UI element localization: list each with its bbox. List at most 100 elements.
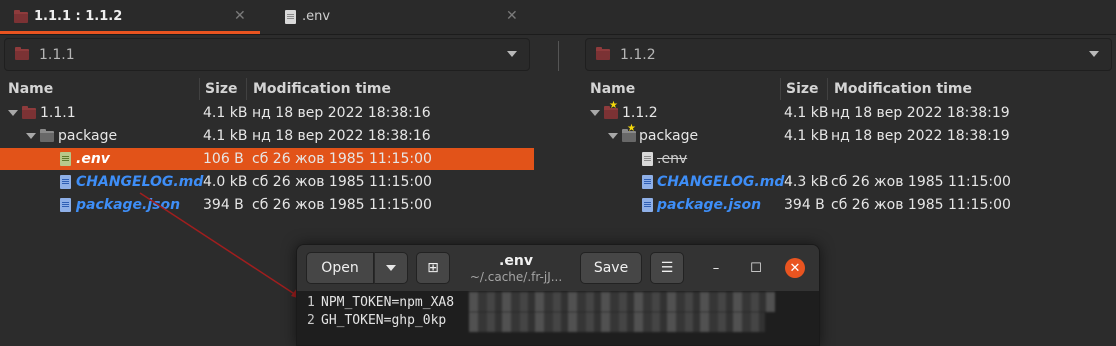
chevron-down-icon xyxy=(386,265,396,271)
column-divider[interactable] xyxy=(246,78,247,100)
editor-headerbar: Open ⊞ .env ~/.cache/.fr-jJ... Save ☰ – … xyxy=(297,245,819,292)
row-size: 394 B xyxy=(784,197,825,213)
row-size: 4.0 kB xyxy=(203,174,248,190)
text-editor-window: Open ⊞ .env ~/.cache/.fr-jJ... Save ☰ – … xyxy=(296,244,820,346)
close-window-icon[interactable]: ✕ xyxy=(785,258,805,278)
row-modified: сб 26 жов 1985 11:15:00 xyxy=(252,174,432,190)
row-modified: сб 26 жов 1985 11:15:00 xyxy=(252,197,432,213)
row-name: CHANGELOG.md xyxy=(657,174,785,190)
column-header-modified[interactable]: Modification time xyxy=(834,78,972,100)
column-header-name[interactable]: Name xyxy=(8,78,53,100)
row-size: 4.1 kB xyxy=(784,128,829,144)
folder-icon xyxy=(14,10,28,23)
menu-icon: ☰ xyxy=(660,260,674,276)
chevron-down-icon xyxy=(507,51,517,57)
expander-icon[interactable] xyxy=(590,110,600,116)
file-icon xyxy=(285,10,296,24)
line-number: 2 xyxy=(307,313,315,328)
right-path-combo[interactable]: 1.1.2 xyxy=(585,38,1112,71)
expander-icon[interactable] xyxy=(26,133,36,139)
tree-row[interactable]: package.json 394 B сб 26 жов 1985 11:15:… xyxy=(584,194,1112,216)
code-line: 1 NPM_TOKEN=npm_XA8 xyxy=(307,295,454,313)
modified-star-icon: ★ xyxy=(627,122,636,134)
column-header-size[interactable]: Size xyxy=(786,78,819,100)
editor-subtitle: ~/.cache/.fr-jJ... xyxy=(469,270,563,284)
row-modified: нд 18 вер 2022 18:38:19 xyxy=(831,105,1010,121)
folder-icon: ★ xyxy=(604,100,618,119)
right-path-label: 1.1.2 xyxy=(620,46,656,63)
folder-icon xyxy=(40,128,54,142)
column-divider[interactable] xyxy=(827,78,828,100)
row-name: 1.1.2 xyxy=(622,105,658,121)
row-size: 4.3 kB xyxy=(784,174,829,190)
folder-icon xyxy=(22,105,36,119)
folder-icon: ★ xyxy=(622,123,636,142)
pane-splitter[interactable] xyxy=(558,41,559,71)
row-name: package.json xyxy=(657,197,762,213)
modified-star-icon: ★ xyxy=(609,99,618,111)
row-size: 106 B xyxy=(203,151,244,167)
row-size: 4.1 kB xyxy=(203,105,248,121)
line-text: GH_TOKEN=ghp_0kp xyxy=(321,313,447,328)
row-name: package xyxy=(58,128,118,144)
open-button[interactable]: Open xyxy=(306,252,374,284)
tree-row[interactable]: ★ 1.1.2 4.1 kB нд 18 вер 2022 18:38:19 xyxy=(584,100,1112,124)
folder-icon xyxy=(596,47,610,60)
redaction-blur xyxy=(469,292,775,312)
tree-row-missing[interactable]: .env xyxy=(584,148,1112,170)
column-header-name[interactable]: Name xyxy=(590,78,635,100)
column-header-size[interactable]: Size xyxy=(205,78,238,100)
file-icon xyxy=(60,152,71,166)
file-icon xyxy=(642,152,653,166)
column-header-modified[interactable]: Modification time xyxy=(253,78,391,100)
file-icon xyxy=(642,175,653,189)
tree-row[interactable]: CHANGELOG.md 4.3 kB сб 26 жов 1985 11:15… xyxy=(584,171,1112,193)
editor-text-area[interactable]: 1 NPM_TOKEN=npm_XA8 2 GH_TOKEN=ghp_0kp xyxy=(297,292,819,345)
row-modified: сб 26 жов 1985 11:15:00 xyxy=(831,197,1011,213)
row-name: 1.1.1 xyxy=(40,105,76,121)
line-number: 1 xyxy=(307,295,315,310)
save-button[interactable]: Save xyxy=(580,252,642,284)
tree-row[interactable]: 1.1.1 4.1 kB нд 18 вер 2022 18:38:16 xyxy=(0,102,534,124)
row-size: 394 B xyxy=(203,197,244,213)
column-divider[interactable] xyxy=(780,78,781,100)
folder-icon xyxy=(15,47,29,60)
tab-label: .env xyxy=(302,9,331,24)
redaction-blur xyxy=(469,312,765,332)
editor-title-block: .env ~/.cache/.fr-jJ... xyxy=(457,253,575,284)
column-divider[interactable] xyxy=(199,78,200,100)
tab-env-file[interactable]: .env ✕ xyxy=(270,0,530,34)
file-icon xyxy=(60,198,71,212)
open-dropdown-button[interactable] xyxy=(374,252,408,284)
file-icon xyxy=(60,175,71,189)
row-modified: сб 26 жов 1985 11:15:00 xyxy=(252,151,432,167)
row-modified: сб 26 жов 1985 11:15:00 xyxy=(831,174,1011,190)
row-name: .env xyxy=(76,151,110,167)
row-size: 4.1 kB xyxy=(784,105,829,121)
new-tab-icon: ⊞ xyxy=(427,260,439,276)
tree-row[interactable]: CHANGELOG.md 4.0 kB сб 26 жов 1985 11:15… xyxy=(0,171,534,193)
expander-icon[interactable] xyxy=(608,133,618,139)
row-modified: нд 18 вер 2022 18:38:16 xyxy=(252,128,431,144)
close-tab-icon[interactable]: ✕ xyxy=(234,8,246,24)
hamburger-menu-button[interactable]: ☰ xyxy=(650,252,684,284)
tab-comparison[interactable]: 1.1.1 : 1.1.2 ✕ xyxy=(0,0,260,34)
editor-title: .env xyxy=(499,253,533,269)
tree-row[interactable]: package 4.1 kB нд 18 вер 2022 18:38:16 xyxy=(0,125,534,147)
minimize-icon[interactable]: – xyxy=(707,259,725,277)
left-path-combo[interactable]: 1.1.1 xyxy=(4,38,530,71)
chevron-down-icon xyxy=(1089,51,1099,57)
maximize-icon[interactable]: ☐ xyxy=(747,259,765,277)
expander-icon[interactable] xyxy=(8,110,18,116)
new-tab-button[interactable]: ⊞ xyxy=(416,252,450,284)
row-modified: нд 18 вер 2022 18:38:16 xyxy=(252,105,431,121)
row-name: CHANGELOG.md xyxy=(76,174,204,190)
row-modified: нд 18 вер 2022 18:38:19 xyxy=(831,128,1010,144)
row-size: 4.1 kB xyxy=(203,128,248,144)
tree-row[interactable]: package.json 394 B сб 26 жов 1985 11:15:… xyxy=(0,194,534,216)
left-path-label: 1.1.1 xyxy=(39,46,75,63)
tree-row[interactable]: ★ package 4.1 kB нд 18 вер 2022 18:38:19 xyxy=(584,123,1112,147)
tree-row-selected[interactable]: .env 106 B сб 26 жов 1985 11:15:00 xyxy=(0,148,534,170)
row-name: package.json xyxy=(76,197,181,213)
close-tab-icon[interactable]: ✕ xyxy=(506,8,518,24)
